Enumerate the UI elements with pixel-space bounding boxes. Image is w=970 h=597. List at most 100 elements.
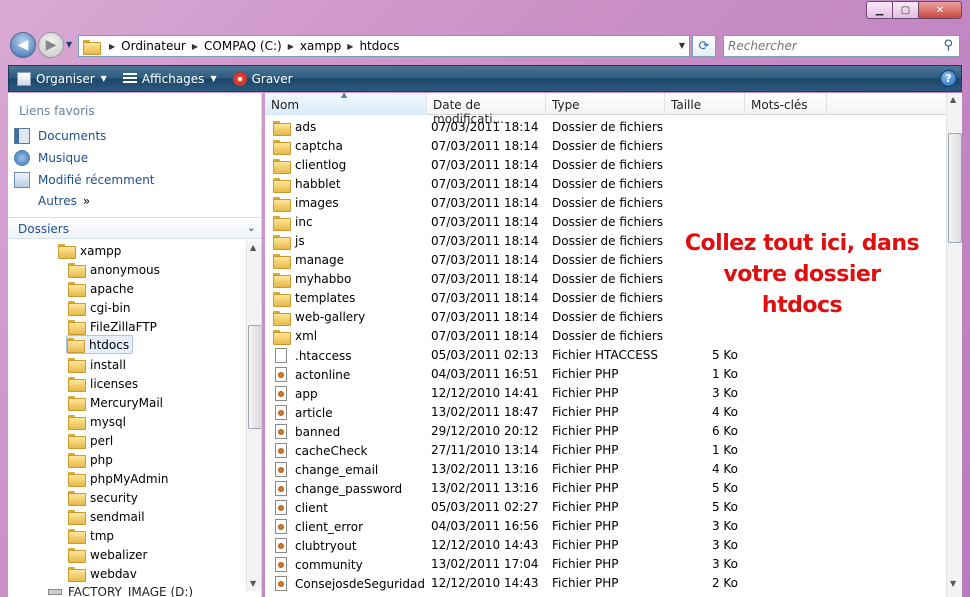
burn-button[interactable]: Graver <box>225 66 301 91</box>
favorites-header: Liens favoris <box>19 104 95 118</box>
tree-node-label: licenses <box>90 376 139 391</box>
file-row[interactable]: habblet 07/03/2011 18:14 Dossier de fichie… <box>265 175 946 194</box>
file-row[interactable]: actonline 04/03/2011 16:51 Fichier PHP 1 Ko <box>265 365 946 384</box>
folders-section-header[interactable]: Dossiers ⌄ <box>8 217 261 239</box>
back-button[interactable]: ◀ <box>10 32 36 58</box>
close-button[interactable]: ✕ <box>918 1 962 19</box>
column-header-tags[interactable]: Mots-clés <box>745 93 827 115</box>
file-row[interactable]: banned 29/12/2010 20:12 Fichier PHP 6 Ko <box>265 422 946 441</box>
file-date-cell: 13/02/2011 13:16 <box>431 462 539 476</box>
file-row[interactable]: cacheCheck 27/11/2010 13:14 Fichier PHP 1 K… <box>265 441 946 460</box>
search-icon[interactable]: ⚲ <box>943 38 953 53</box>
views-label: Affichages <box>141 71 205 86</box>
favorite-recent[interactable]: Modifié récemment <box>14 172 155 188</box>
tree-node[interactable]: php <box>68 450 116 469</box>
tree-node[interactable]: licenses <box>68 374 141 393</box>
file-type-cell: Dossier de fichiers <box>552 139 664 153</box>
navigation-scrollbar[interactable]: ▲ ▼ <box>246 241 261 591</box>
scroll-up-icon[interactable]: ▲ <box>250 243 256 252</box>
breadcrumb-htdocs[interactable]: htdocs <box>359 39 399 53</box>
breadcrumb-drive[interactable]: COMPAQ (C:) <box>204 39 282 53</box>
views-icon <box>122 72 137 85</box>
tree-node[interactable]: tmp <box>68 526 117 545</box>
tree-node[interactable]: perl <box>68 431 116 450</box>
column-header-label: Nom <box>271 98 300 112</box>
tree-node[interactable]: sendmail <box>68 507 148 526</box>
file-type-cell: Fichier PHP <box>552 500 619 514</box>
breadcrumb-separator[interactable]: ▶ <box>347 42 353 51</box>
tree-node-drive[interactable]: FACTORY_IMAGE (D:) <box>48 582 196 597</box>
file-row[interactable]: clubtryout 12/12/2010 14:43 Fichier PHP 3 K… <box>265 536 946 555</box>
folder-icon <box>68 396 86 411</box>
file-date-cell: 27/11/2010 13:14 <box>431 443 539 457</box>
favorite-documents[interactable]: Documents <box>14 128 106 144</box>
tree-node[interactable]: phpMyAdmin <box>68 469 172 488</box>
tree-node-selected[interactable]: htdocs <box>66 335 134 354</box>
file-row[interactable]: xml 07/03/2011 18:14 Dossier de fichiers <box>265 327 946 346</box>
file-row[interactable]: ConsejosdeSeguridad 12/12/2010 14:43 Fichi… <box>265 574 946 593</box>
file-row[interactable]: change_email 13/02/2011 13:16 Fichier PHP 4… <box>265 460 946 479</box>
tree-node[interactable]: FileZillaFTP <box>68 317 160 336</box>
column-header-size[interactable]: Taille <box>665 93 745 115</box>
folder-icon <box>273 234 291 250</box>
tree-node[interactable]: anonymous <box>68 260 163 279</box>
scrollbar-thumb[interactable] <box>248 325 261 429</box>
file-row[interactable]: client 05/03/2011 02:27 Fichier PHP 5 Ko <box>265 498 946 517</box>
file-row[interactable]: ads 07/03/2011 18:14 Dossier de fichiers <box>265 118 946 137</box>
views-button[interactable]: Affichages ▼ <box>115 66 225 91</box>
file-row[interactable]: change_password 13/02/2011 13:16 Fichier P… <box>265 479 946 498</box>
favorite-label: Autres <box>38 194 77 208</box>
file-row[interactable]: article 13/02/2011 18:47 Fichier PHP 4 Ko <box>265 403 946 422</box>
organize-button[interactable]: Organiser ▼ <box>9 66 115 91</box>
scroll-down-icon[interactable]: ▼ <box>950 579 956 588</box>
tree-node[interactable]: webdav <box>68 564 140 583</box>
minimize-button[interactable]: ▁ <box>866 1 892 19</box>
recent-pages-dropdown[interactable]: ▼ <box>66 40 72 49</box>
file-row[interactable]: .htaccess 05/03/2011 02:13 Fichier HTACCES… <box>265 346 946 365</box>
tree-node[interactable]: install <box>68 355 129 374</box>
column-header-date[interactable]: Date de modificati... <box>427 93 546 126</box>
breadcrumb-separator[interactable]: ▶ <box>192 42 198 51</box>
tree-node-xampp[interactable]: xampp <box>58 241 124 260</box>
file-row[interactable]: clientlog 07/03/2011 18:14 Dossier de fich… <box>265 156 946 175</box>
file-row[interactable]: client_error 04/03/2011 16:56 Fichier PHP 3… <box>265 517 946 536</box>
file-list-scrollbar[interactable]: ▲ ▼ <box>946 93 962 597</box>
scroll-down-icon[interactable]: ▼ <box>250 579 256 588</box>
file-row[interactable]: images 07/03/2011 18:14 Dossier de fichier… <box>265 194 946 213</box>
scroll-up-icon[interactable]: ▲ <box>950 95 956 104</box>
tree-node[interactable]: webalizer <box>68 545 150 564</box>
breadcrumb-separator[interactable]: ▶ <box>109 42 115 51</box>
tree-node[interactable]: mysql <box>68 412 129 431</box>
tree-node[interactable]: apache <box>68 279 137 298</box>
tree-node[interactable]: security <box>68 488 141 507</box>
file-size-cell: 1 Ko <box>711 367 738 381</box>
refresh-button[interactable]: ⟳ <box>692 35 716 57</box>
maximize-button[interactable]: ▢ <box>892 1 918 19</box>
folder-icon <box>273 253 291 269</box>
column-header-name[interactable]: ▲ Nom <box>265 93 427 115</box>
php-file-icon <box>275 443 287 458</box>
file-row[interactable]: captcha 07/03/2011 18:14 Dossier de fichie… <box>265 137 946 156</box>
breadcrumb-xampp[interactable]: xampp <box>300 39 341 53</box>
file-row[interactable]: app 12/12/2010 14:41 Fichier PHP 3 Ko <box>265 384 946 403</box>
favorite-music[interactable]: Musique <box>14 150 88 166</box>
scrollbar-thumb[interactable] <box>948 133 962 243</box>
tree-node-label: htdocs <box>89 337 130 352</box>
breadcrumb-separator[interactable]: ▶ <box>288 42 294 51</box>
file-name: change_email <box>295 462 379 477</box>
file-date-cell: 12/12/2010 14:41 <box>431 386 539 400</box>
address-bar[interactable]: ▶ Ordinateur ▶ COMPAQ (C:) ▶ xampp ▶ htd… <box>78 35 690 57</box>
file-name-cell: change_password <box>273 481 402 496</box>
search-input[interactable] <box>724 36 924 56</box>
tree-node[interactable]: cgi-bin <box>68 298 133 317</box>
file-row[interactable]: community 13/02/2011 17:04 Fichier PHP 3 Ko <box>265 555 946 574</box>
tree-node[interactable]: MercuryMail <box>68 393 166 412</box>
breadcrumb-computer[interactable]: Ordinateur <box>121 39 186 53</box>
forward-button[interactable]: ▶ <box>38 32 64 58</box>
column-header-row: ▲ Nom Date de modificati... Type Taille … <box>265 93 946 126</box>
column-header-type[interactable]: Type <box>546 93 665 115</box>
favorites-more-link[interactable]: Autres » <box>38 194 90 208</box>
php-file-icon <box>275 500 287 515</box>
address-history-dropdown[interactable]: ▼ <box>679 41 685 50</box>
help-button[interactable]: ? <box>940 70 957 87</box>
